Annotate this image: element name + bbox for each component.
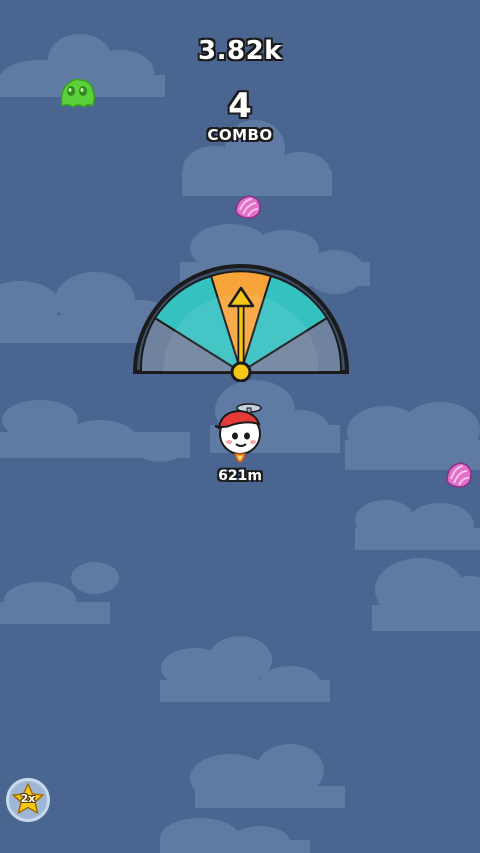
combo-label: COMBO: [207, 126, 273, 144]
boost-2x-button[interactable]: 2x: [6, 778, 50, 822]
candy-shell-icon: [235, 195, 261, 219]
cloud: [372, 558, 480, 631]
boost-label: 2x: [20, 792, 36, 805]
cloud: [190, 744, 345, 808]
slime-enemy-icon: [60, 78, 96, 108]
cloud: [0, 562, 119, 624]
cloud: [0, 400, 190, 462]
cloud: [160, 818, 310, 853]
aim-gauge[interactable]: [133, 262, 349, 382]
cloud: [345, 402, 480, 470]
cloud: [160, 636, 330, 702]
cloud: [355, 500, 480, 550]
player-character-icon: [214, 403, 262, 463]
score-counter: 3.82k: [198, 36, 282, 66]
distance-label: 621m: [218, 468, 262, 484]
